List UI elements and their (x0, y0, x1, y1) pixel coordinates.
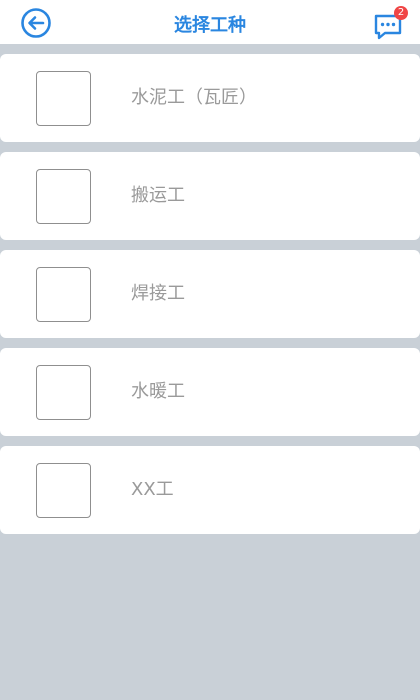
app-header: 选择工种 2 (0, 0, 420, 44)
back-button[interactable] (20, 7, 52, 39)
checkbox[interactable] (36, 365, 91, 420)
list-item[interactable]: 水泥工（瓦匠） (0, 54, 420, 142)
item-label: 水泥工（瓦匠） (131, 87, 257, 108)
checkbox[interactable] (36, 463, 91, 518)
messages-button[interactable]: 2 (372, 6, 408, 40)
item-label: XX工 (131, 479, 174, 500)
list-item[interactable]: 焊接工 (0, 250, 420, 338)
arrow-left-circle-icon (21, 8, 51, 38)
list-item[interactable]: XX工 (0, 446, 420, 534)
checkbox[interactable] (36, 267, 91, 322)
checkbox[interactable] (36, 71, 91, 126)
message-count-badge: 2 (394, 6, 408, 20)
item-label: 焊接工 (131, 283, 185, 304)
list-item[interactable]: 水暖工 (0, 348, 420, 436)
list-item[interactable]: 搬运工 (0, 152, 420, 240)
checkbox[interactable] (36, 169, 91, 224)
job-type-list: 水泥工（瓦匠） 搬运工 焊接工 水暖工 XX工 (0, 54, 420, 544)
page-title: 选择工种 (174, 15, 246, 36)
item-label: 搬运工 (131, 185, 185, 206)
item-label: 水暖工 (131, 381, 185, 402)
